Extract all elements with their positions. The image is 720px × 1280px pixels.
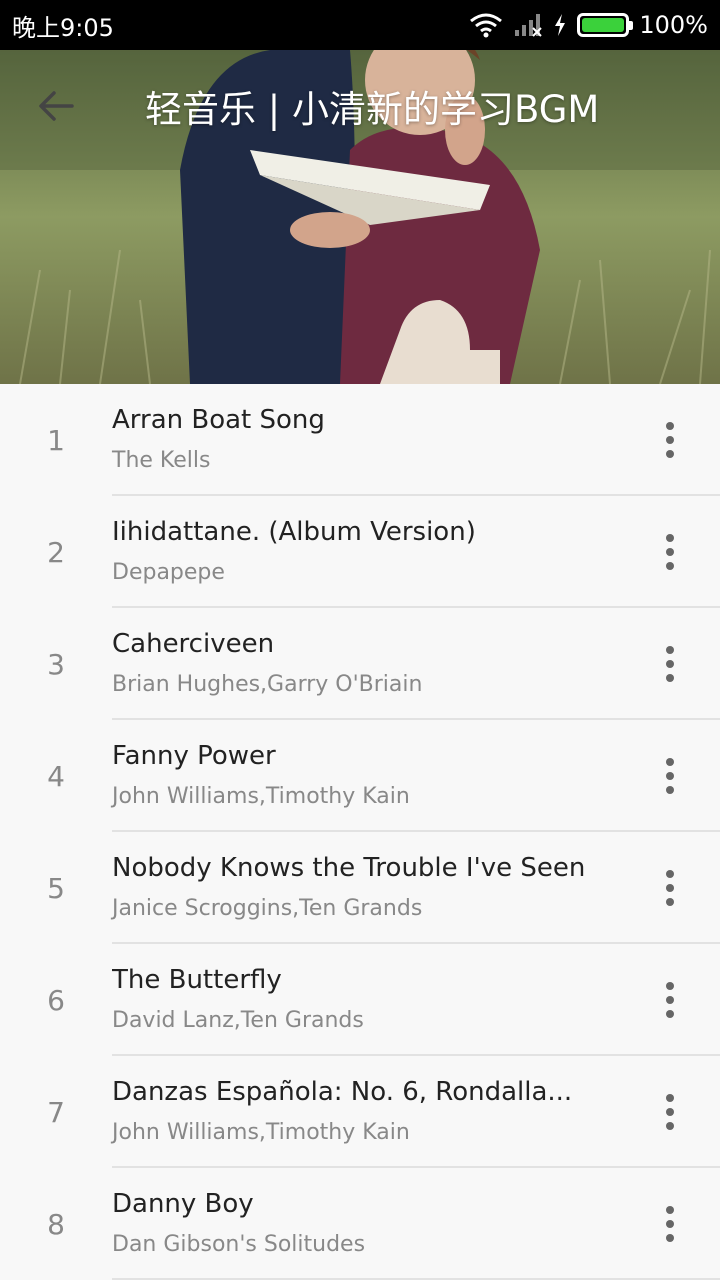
status-icons: 100% [469, 11, 708, 39]
song-title: Nobody Knows the Trouble I've Seen [112, 853, 586, 883]
song-info: Nobody Knows the Trouble I've Seen Janic… [112, 832, 720, 944]
song-index: 2 [47, 535, 65, 569]
song-index: 7 [47, 1095, 65, 1129]
song-row[interactable]: 1 Arran Boat Song The Kells [0, 384, 720, 496]
charging-icon [555, 14, 566, 36]
more-vertical-icon [666, 870, 674, 878]
more-options-button[interactable] [640, 832, 700, 944]
more-options-button[interactable] [640, 1168, 700, 1280]
song-index: 4 [47, 759, 65, 793]
playlist-title: 轻音乐 | 小清新的学习BGM [145, 88, 600, 131]
arrow-left-icon [39, 91, 74, 121]
song-artist: The Kells [112, 448, 211, 473]
song-title: Fanny Power [112, 741, 276, 771]
more-vertical-icon [666, 982, 674, 990]
battery-percent: 100% [639, 11, 708, 39]
song-index: 3 [47, 647, 65, 681]
signal-icon [515, 14, 543, 37]
song-row[interactable]: 8 Danny Boy Dan Gibson's Solitudes [0, 1168, 720, 1280]
song-index: 1 [47, 423, 65, 457]
song-row[interactable]: 4 Fanny Power John Williams,Timothy Kain [0, 720, 720, 832]
song-index: 8 [47, 1207, 65, 1241]
song-info: Iihidattane. (Album Version) Depapepe [112, 496, 720, 608]
song-title: Iihidattane. (Album Version) [112, 517, 476, 547]
song-row[interactable]: 3 Caherciveen Brian Hughes,Garry O'Briai… [0, 608, 720, 720]
wifi-icon [470, 13, 503, 38]
more-options-button[interactable] [640, 496, 700, 608]
song-row[interactable]: 2 Iihidattane. (Album Version) Depapepe [0, 496, 720, 608]
song-artist: Brian Hughes,Garry O'Briain [112, 672, 423, 697]
song-title: The Butterfly [112, 965, 282, 995]
song-info: Danzas Española: No. 6, Rondalla... John… [112, 1056, 720, 1168]
song-artist: David Lanz,Ten Grands [112, 1008, 364, 1033]
more-vertical-icon [666, 1094, 674, 1102]
more-vertical-icon [666, 646, 674, 654]
song-row[interactable]: 7 Danzas Española: No. 6, Rondalla... Jo… [0, 1056, 720, 1168]
song-row[interactable]: 5 Nobody Knows the Trouble I've Seen Jan… [0, 832, 720, 944]
more-vertical-icon [666, 758, 674, 766]
song-info: Arran Boat Song The Kells [112, 384, 720, 496]
more-options-button[interactable] [640, 944, 700, 1056]
song-info: Caherciveen Brian Hughes,Garry O'Briain [112, 608, 720, 720]
more-vertical-icon [666, 422, 674, 430]
song-artist: Dan Gibson's Solitudes [112, 1232, 366, 1257]
more-vertical-icon [666, 1206, 674, 1214]
song-info: The Butterfly David Lanz,Ten Grands [112, 944, 720, 1056]
more-options-button[interactable] [640, 608, 700, 720]
status-bar: 晚上9:05 100% [0, 0, 720, 50]
more-options-button[interactable] [640, 1056, 700, 1168]
song-title: Caherciveen [112, 629, 275, 659]
song-title: Danny Boy [112, 1189, 254, 1219]
song-title: Arran Boat Song [112, 405, 325, 435]
toolbar: 轻音乐 | 小清新的学习BGM [0, 50, 720, 162]
song-info: Fanny Power John Williams,Timothy Kain [112, 720, 720, 832]
song-title: Danzas Española: No. 6, Rondalla... [112, 1077, 573, 1107]
status-time: 晚上9:05 [12, 13, 114, 42]
song-index: 6 [47, 983, 65, 1017]
song-index: 5 [47, 871, 65, 905]
song-artist: Janice Scroggins,Ten Grands [112, 896, 423, 921]
song-artist: John Williams,Timothy Kain [112, 784, 410, 809]
battery-icon [577, 13, 634, 37]
back-button[interactable] [0, 50, 112, 162]
song-artist: Depapepe [112, 560, 225, 585]
song-info: Danny Boy Dan Gibson's Solitudes [112, 1168, 720, 1280]
song-list: 1 Arran Boat Song The Kells 2 Iihidattan… [0, 384, 720, 1280]
more-options-button[interactable] [640, 384, 700, 496]
song-artist: John Williams,Timothy Kain [112, 1120, 410, 1145]
more-options-button[interactable] [640, 720, 700, 832]
song-row[interactable]: 6 The Butterfly David Lanz,Ten Grands [0, 944, 720, 1056]
more-vertical-icon [666, 534, 674, 542]
